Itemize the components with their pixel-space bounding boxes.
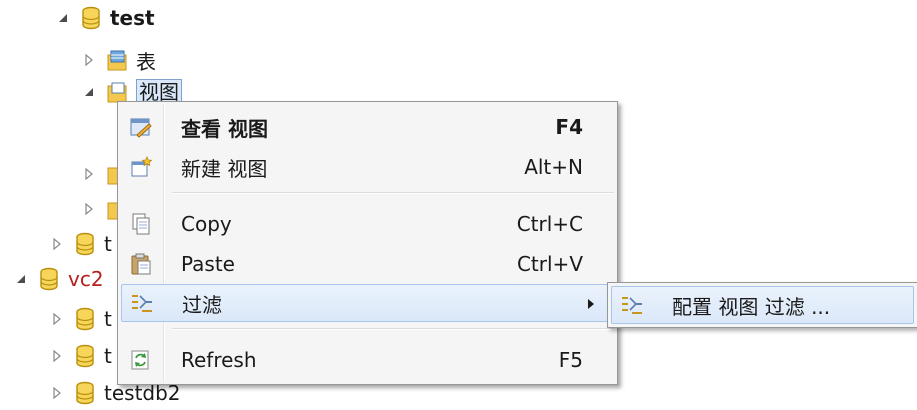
menu-item-label: 新建 视图 — [181, 156, 268, 181]
expanded-arrow-icon[interactable] — [56, 11, 70, 25]
menu-item-configure-view-filter[interactable]: 配置 视图 过滤 ... — [611, 286, 914, 324]
refresh-icon — [129, 348, 153, 372]
menu-item-label: Paste — [181, 252, 235, 276]
menu-item-label: Copy — [181, 212, 232, 236]
expanded-arrow-icon[interactable] — [14, 272, 28, 286]
menu-separator — [172, 328, 614, 330]
filter-submenu: 配置 视图 过滤 ... — [607, 282, 917, 328]
menu-item-paste[interactable]: Paste Ctrl+V — [121, 245, 614, 283]
filter-icon — [130, 291, 154, 315]
menu-item-view-view[interactable]: 查看 视图 F4 — [121, 108, 614, 146]
collapsed-arrow-icon[interactable] — [50, 386, 64, 400]
tree-label: vc2 — [68, 267, 104, 291]
menu-item-label: 查看 视图 — [181, 116, 268, 141]
menu-item-shortcut: F5 — [558, 348, 583, 372]
tree-label: test — [110, 6, 155, 30]
tree-node-vc2[interactable]: vc2 — [14, 264, 104, 294]
tree-node-db[interactable]: t — [50, 304, 112, 334]
database-icon — [74, 232, 96, 256]
database-icon — [74, 381, 96, 405]
view-icon — [129, 115, 153, 139]
collapsed-arrow-icon[interactable] — [82, 202, 96, 216]
collapsed-arrow-icon[interactable] — [50, 237, 64, 251]
paste-icon — [129, 252, 153, 276]
menu-item-refresh[interactable]: Refresh F5 — [121, 341, 614, 379]
tree-node-test[interactable]: test — [56, 3, 155, 33]
menu-item-label: 配置 视图 过滤 ... — [672, 294, 831, 319]
menu-item-shortcut: Alt+N — [524, 155, 583, 179]
database-icon — [74, 344, 96, 368]
tree-label: t — [104, 232, 112, 256]
new-view-icon — [129, 155, 153, 179]
submenu-arrow-icon — [588, 299, 594, 309]
menu-item-label: Refresh — [181, 348, 257, 372]
collapsed-arrow-icon[interactable] — [50, 349, 64, 363]
menu-item-new-view[interactable]: 新建 视图 Alt+N — [121, 148, 614, 186]
menu-item-shortcut: F4 — [555, 115, 583, 139]
tree-node-tables[interactable]: 表 — [82, 45, 156, 75]
tree-label: t — [104, 344, 112, 368]
collapsed-arrow-icon[interactable] — [50, 312, 64, 326]
context-menu: 查看 视图 F4 新建 视图 Alt+N Copy Ctrl+C Paste C… — [117, 101, 618, 385]
copy-icon — [129, 212, 153, 236]
tree-node-db[interactable]: t — [50, 229, 112, 259]
collapsed-arrow-icon[interactable] — [82, 167, 96, 181]
menu-item-label: 过滤 — [182, 292, 222, 317]
collapsed-arrow-icon[interactable] — [82, 53, 96, 67]
table-folder-icon — [106, 48, 128, 72]
database-icon — [74, 307, 96, 331]
menu-separator — [172, 192, 614, 194]
tree-label: 表 — [136, 49, 156, 74]
menu-item-shortcut: Ctrl+C — [516, 212, 583, 236]
tree-label: t — [104, 307, 112, 331]
menu-item-copy[interactable]: Copy Ctrl+C — [121, 205, 614, 243]
filter-icon — [620, 293, 644, 317]
tree-node-db[interactable]: t — [50, 341, 112, 371]
database-icon — [80, 6, 102, 30]
expanded-arrow-icon[interactable] — [82, 85, 96, 99]
menu-item-shortcut: Ctrl+V — [516, 252, 583, 276]
database-connection-icon — [38, 267, 60, 291]
menu-item-filter[interactable]: 过滤 — [121, 284, 614, 322]
